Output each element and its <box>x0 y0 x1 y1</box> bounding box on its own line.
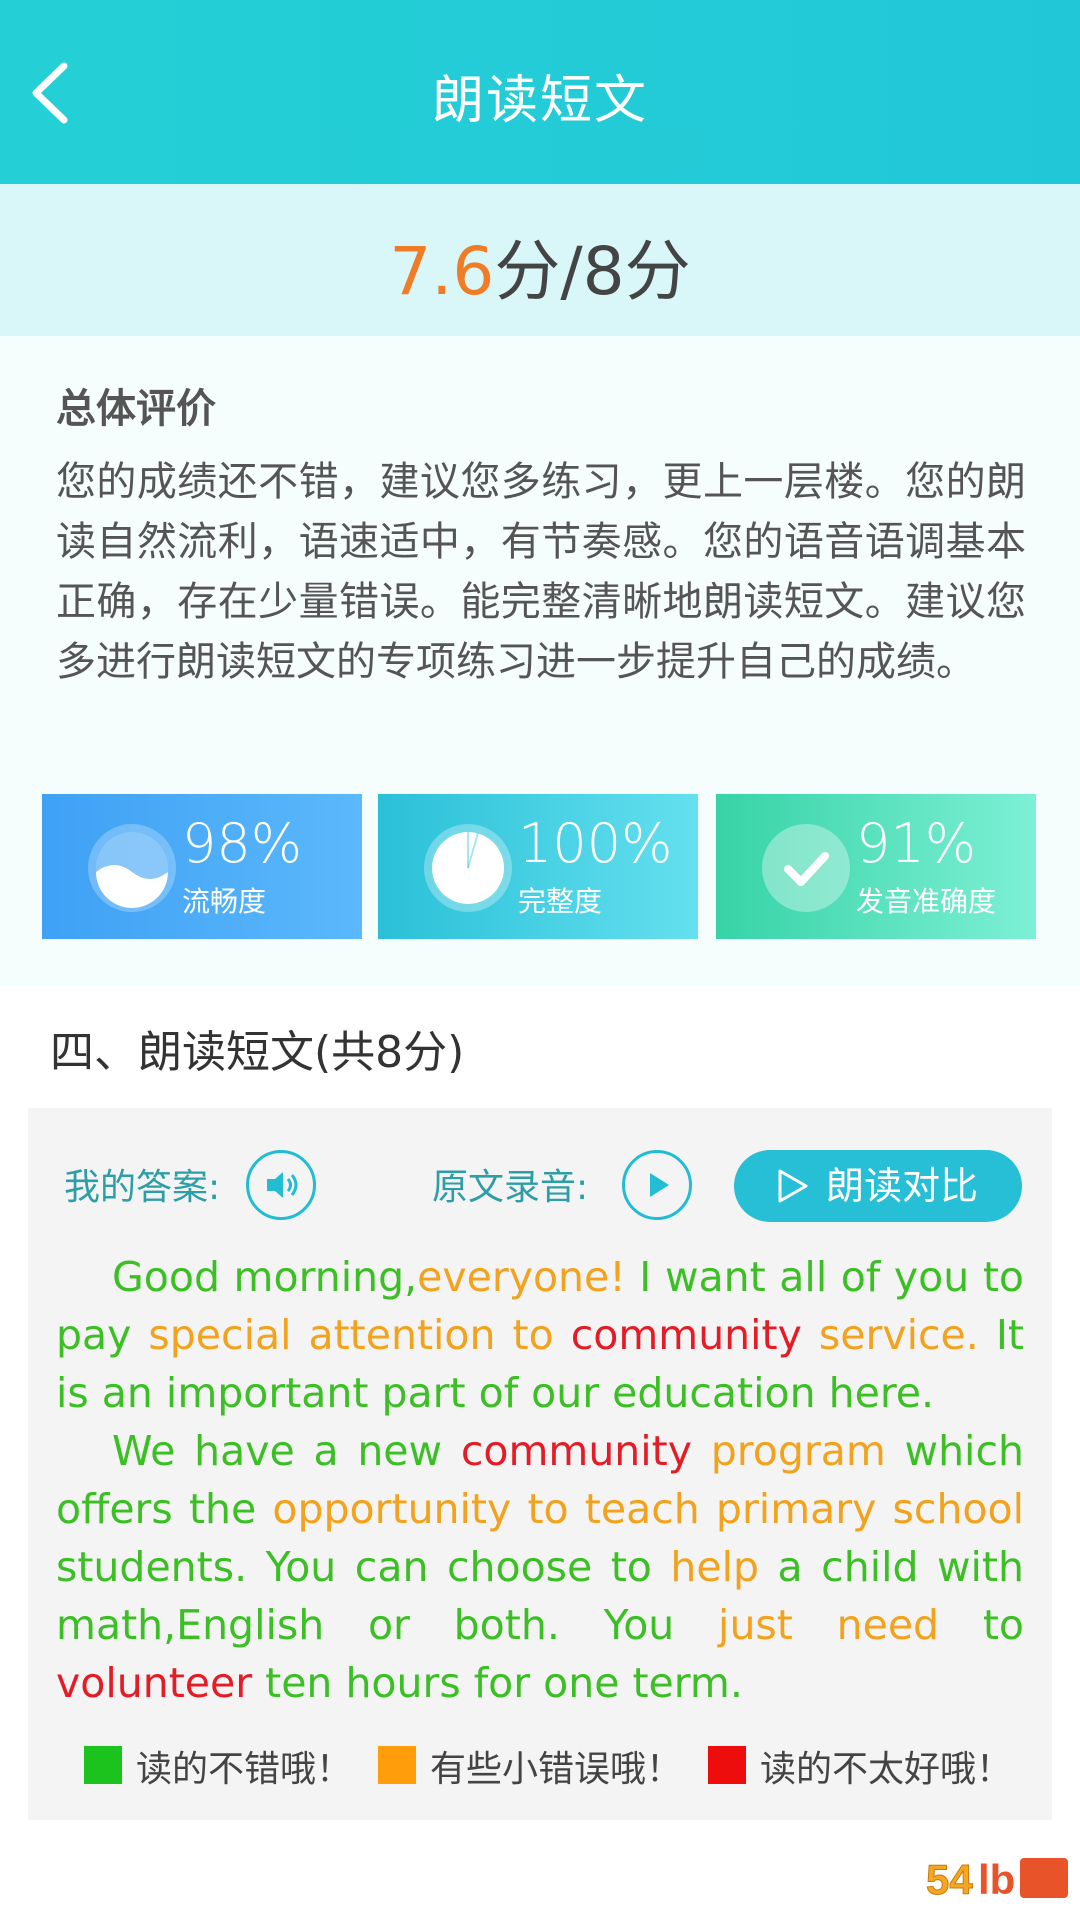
wave-icon <box>88 824 176 912</box>
passage-segment-ok: to <box>939 1601 1024 1649</box>
speaker-icon <box>267 1172 298 1198</box>
overall-text: 您的成绩还不错，建议您多练习，更上一层楼。您的朗读自然流利，语速适中，有节奏感。… <box>56 459 1026 685</box>
passage-text: Good morning,everyone! I want all of you… <box>56 1248 1024 1712</box>
svg-text:lb: lb <box>978 1856 1015 1903</box>
passage-paragraph: Good morning,everyone! I want all of you… <box>56 1248 1024 1422</box>
original-audio-label: 原文录音: <box>432 1167 589 1208</box>
app-header: 朗读短文 <box>0 0 1080 184</box>
metric-label: 流畅度 <box>182 885 267 918</box>
pie-icon <box>424 824 512 912</box>
passage-segment-bad: volunteer <box>56 1659 253 1707</box>
section-title: 四、朗读短文(共8分) <box>50 1027 465 1078</box>
passage-segment-ok <box>802 1311 819 1359</box>
overall-title: 总体评价 <box>56 386 216 432</box>
svg-text:54: 54 <box>926 1856 973 1903</box>
legend-label: 读的不错哦！ <box>136 1749 353 1790</box>
legend-swatch <box>378 1746 416 1784</box>
score-band: 7.6分/8分 <box>0 184 1080 336</box>
passage-segment-minor: just need <box>718 1601 940 1649</box>
passage-segment-minor: service. <box>818 1311 979 1359</box>
my-answer-label: 我的答案: <box>64 1167 221 1208</box>
score-suffix: 分/8分 <box>494 233 691 310</box>
legend-swatch <box>84 1746 122 1784</box>
metric-label: 发音准确度 <box>856 885 997 918</box>
passage-segment-minor: opportunity to teach primary school <box>272 1485 1024 1533</box>
metric-completeness: 100% 完整度 <box>378 794 698 939</box>
legend-label: 有些小错误哦！ <box>430 1749 683 1790</box>
passage-segment-minor: help <box>670 1543 760 1591</box>
passage-segment-ok: students. You can choose to <box>56 1543 671 1591</box>
metric-label: 完整度 <box>518 885 603 918</box>
passage-segment-ok <box>554 1311 571 1359</box>
metric-accuracy: 91% 发音准确度 <box>716 794 1036 939</box>
metric-fluency: 98% 流畅度 <box>42 794 362 939</box>
my-answer-play-button[interactable] <box>246 1150 316 1220</box>
legend-swatch <box>708 1746 746 1784</box>
passage-segment-minor: program <box>710 1427 886 1475</box>
watermark-logo: 54 lb <box>926 1856 1068 1904</box>
passage-segment-ok: Good morning, <box>112 1253 418 1301</box>
play-outline-icon <box>778 1169 808 1203</box>
passage-segment-ok: ten hours for one term. <box>252 1659 743 1707</box>
passage-paragraph: We have a new community program which of… <box>56 1422 1024 1712</box>
score-display: 7.6分/8分 <box>0 218 1080 314</box>
overall-panel: 总体评价 您的成绩还不错，建议您多练习，更上一层楼。您的朗读自然流利，语速适中，… <box>0 336 1080 986</box>
compare-reading-button[interactable]: 朗读对比 <box>734 1150 1022 1222</box>
passage-segment-minor: special attention to <box>148 1311 554 1359</box>
original-audio-play-button[interactable] <box>622 1150 692 1220</box>
metric-percent: 98% <box>182 812 303 875</box>
passage-segment-ok <box>692 1427 711 1475</box>
play-icon <box>650 1173 669 1197</box>
score-value: 7.6 <box>389 233 495 310</box>
compare-reading-label: 朗读对比 <box>826 1164 979 1208</box>
check-icon <box>762 824 850 912</box>
page-title: 朗读短文 <box>431 71 648 131</box>
passage-segment-bad: community <box>570 1311 802 1359</box>
passage-card: 我的答案: 原文录音: 朗读对比 Good morning,everyone! … <box>28 1108 1052 1820</box>
metric-percent: 100% <box>518 812 673 875</box>
passage-segment-minor: everyone! <box>417 1253 626 1301</box>
passage-segment-ok: We have a new <box>112 1427 461 1475</box>
legend-label: 读的不太好哦！ <box>760 1749 1013 1790</box>
metric-percent: 91% <box>856 812 977 875</box>
passage-segment-bad: community <box>460 1427 693 1475</box>
